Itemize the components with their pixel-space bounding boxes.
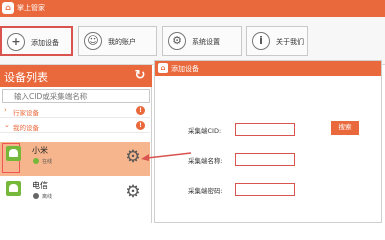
password-input[interactable]: [235, 183, 295, 196]
group-label: 行家设备: [13, 109, 39, 117]
device-list-panel: 设备列表 ↻ › 行家设备 ! ⌄ 我的设备 ! 小米 在线 ⚙ 电信 离线 ⚙: [0, 65, 152, 223]
chevron-down-icon: ⌄: [4, 121, 10, 129]
device-status: 离线: [42, 194, 53, 200]
annotation-arrow: [141, 152, 192, 161]
info-badge-icon[interactable]: !: [136, 121, 145, 130]
window-title: 掌上管家: [17, 4, 45, 12]
group-label: 我的设备: [13, 124, 39, 132]
my-account-button[interactable]: ☺ 我的账户: [78, 26, 157, 56]
device-status: 在线: [42, 159, 53, 165]
toolbar: + 添加设备 ☺ 我的账户 ⚙ 系统设置 i 关于我们: [0, 17, 385, 65]
device-settings-icon[interactable]: ⚙: [124, 183, 142, 201]
status-dot: [33, 193, 39, 199]
device-name: 小米: [32, 146, 48, 155]
device-name: 电信: [32, 181, 48, 190]
device-search-input[interactable]: [2, 89, 150, 103]
device-list-header: 设备列表 ↻: [0, 65, 152, 87]
android-icon: [6, 181, 21, 196]
status-dot: [33, 158, 39, 164]
cid-input[interactable]: [235, 123, 295, 136]
add-device-dialog: ⌂ 添加设备 采集端CID: 搜索 采集端名称: 采集端密码:: [154, 60, 382, 223]
device-settings-icon[interactable]: ⚙: [124, 148, 142, 166]
home-logo-icon: ⌂: [158, 63, 168, 73]
name-input[interactable]: [235, 153, 295, 166]
name-label: 采集端名称:: [188, 157, 223, 165]
about-us-button[interactable]: i 关于我们: [246, 26, 308, 56]
about-us-label: 关于我们: [276, 38, 304, 46]
gear-icon: ⚙: [168, 32, 186, 50]
device-item-telecom[interactable]: 电信 离线 ⚙: [0, 177, 150, 211]
password-label: 采集端密码:: [188, 187, 223, 195]
system-settings-button[interactable]: ⚙ 系统设置: [162, 26, 242, 56]
add-device-button[interactable]: + 添加设备: [0, 26, 73, 56]
plus-icon: +: [7, 33, 25, 51]
add-device-label: 添加设备: [31, 39, 59, 47]
my-account-label: 我的账户: [108, 38, 136, 46]
home-logo-icon: ⌂: [2, 2, 14, 14]
device-list-title: 设备列表: [4, 71, 48, 84]
system-settings-label: 系统设置: [192, 38, 220, 46]
dialog-title-bar: ⌂ 添加设备: [155, 61, 381, 76]
info-badge-icon[interactable]: !: [136, 106, 145, 115]
android-icon: [6, 146, 21, 161]
user-icon: ☺: [84, 32, 102, 50]
dialog-title: 添加设备: [171, 65, 199, 73]
group-my-devices[interactable]: ⌄ 我的设备 !: [0, 119, 150, 133]
refresh-icon[interactable]: ↻: [132, 68, 148, 84]
info-icon: i: [252, 32, 270, 50]
title-bar: ⌂ 掌上管家: [0, 0, 385, 17]
group-shared-devices[interactable]: › 行家设备 !: [0, 104, 150, 118]
search-button[interactable]: 搜索: [331, 121, 359, 135]
chevron-right-icon: ›: [4, 106, 7, 114]
cid-label: 采集端CID:: [188, 127, 222, 135]
device-item-xiaomi[interactable]: 小米 在线 ⚙: [0, 142, 150, 176]
